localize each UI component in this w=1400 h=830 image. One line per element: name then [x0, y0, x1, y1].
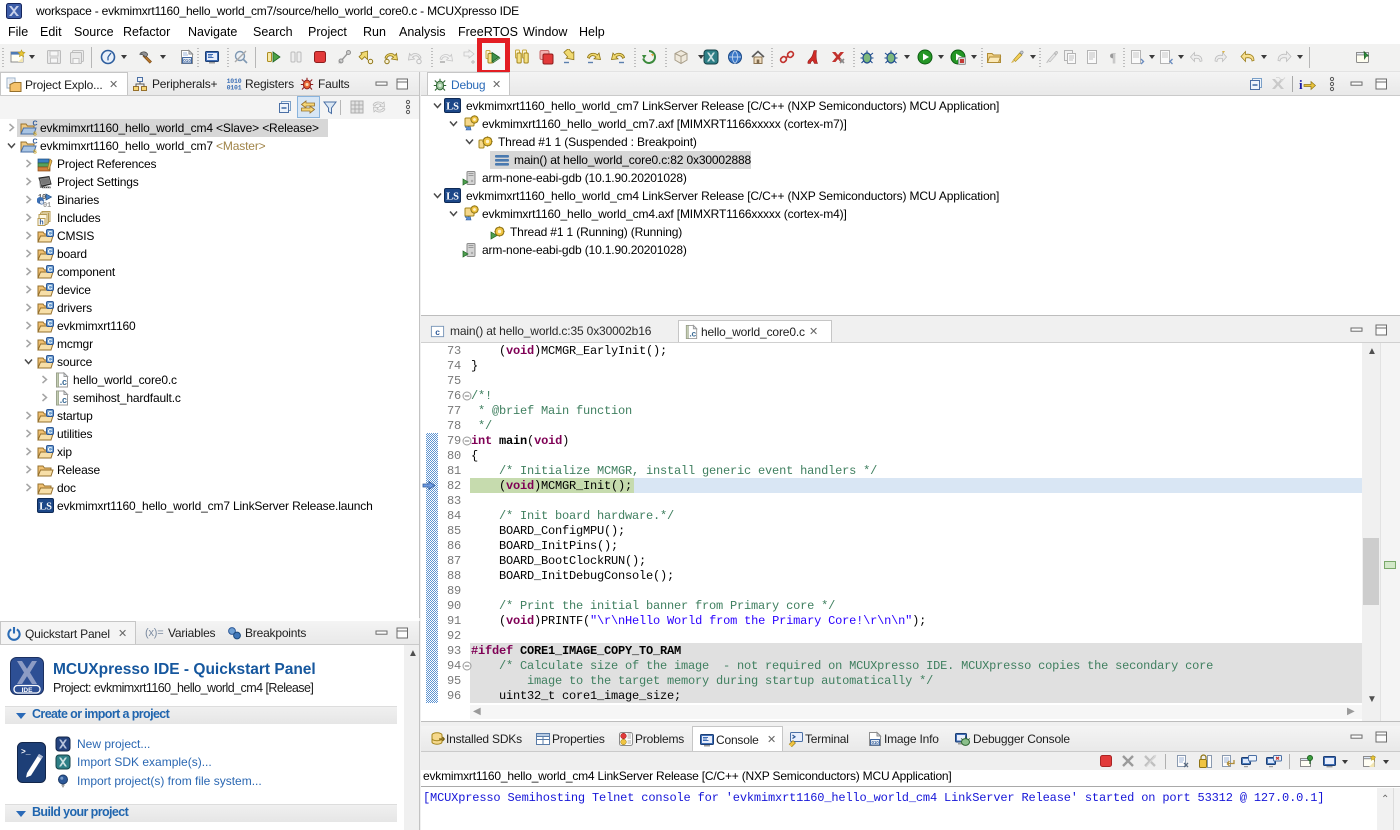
svg-text:010: 010 — [872, 740, 880, 745]
svg-text:>_: >_ — [21, 748, 31, 757]
svg-text:0101: 0101 — [227, 85, 242, 92]
svg-text:IDE: IDE — [22, 687, 34, 694]
svg-text:i: i — [1299, 77, 1303, 92]
svg-text:¶: ¶ — [1110, 50, 1116, 65]
svg-text:010: 010 — [183, 58, 191, 63]
